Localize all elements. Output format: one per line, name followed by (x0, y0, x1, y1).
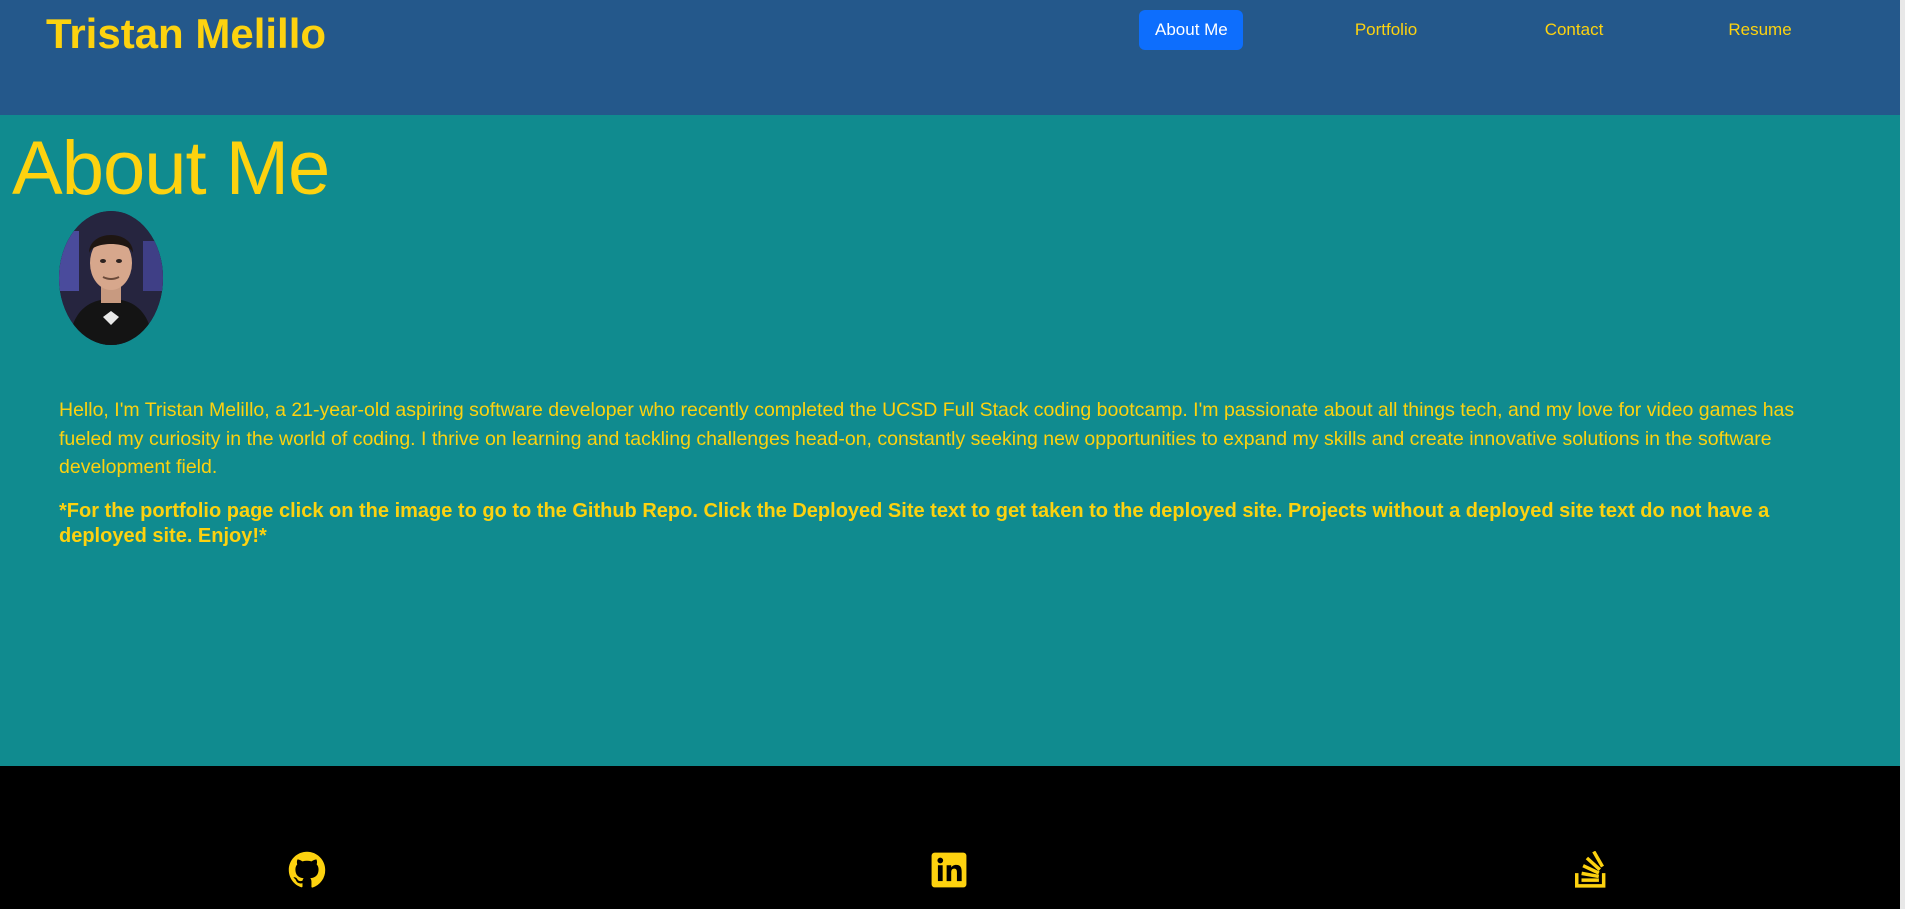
nav-resume[interactable]: Resume (1713, 10, 1807, 50)
page-title: About Me (12, 126, 330, 211)
linkedin-icon (931, 852, 967, 888)
github-icon (288, 851, 326, 888)
site-footer (0, 766, 1905, 909)
avatar (59, 211, 163, 345)
linkedin-link[interactable] (930, 851, 968, 889)
github-link[interactable] (288, 851, 326, 889)
about-section: About Me Hello, I'm Tristan Melillo, a 2… (0, 115, 1900, 766)
stackoverflow-link[interactable] (1572, 851, 1610, 889)
nav-portfolio[interactable]: Portfolio (1336, 10, 1436, 50)
scrollbar[interactable] (1900, 0, 1905, 909)
bio-paragraph: Hello, I'm Tristan Melillo, a 21-year-ol… (59, 399, 1795, 478)
avatar-portrait (59, 211, 163, 345)
portfolio-note: *For the portfolio page click on the ima… (59, 500, 1770, 547)
nav-contact[interactable]: Contact (1527, 10, 1621, 50)
main-nav: About Me Portfolio Contact Resume (0, 10, 1900, 50)
stackoverflow-icon (1575, 851, 1606, 888)
nav-about-me[interactable]: About Me (1139, 10, 1243, 50)
site-header: Tristan Melillo About Me Portfolio Conta… (0, 0, 1900, 115)
